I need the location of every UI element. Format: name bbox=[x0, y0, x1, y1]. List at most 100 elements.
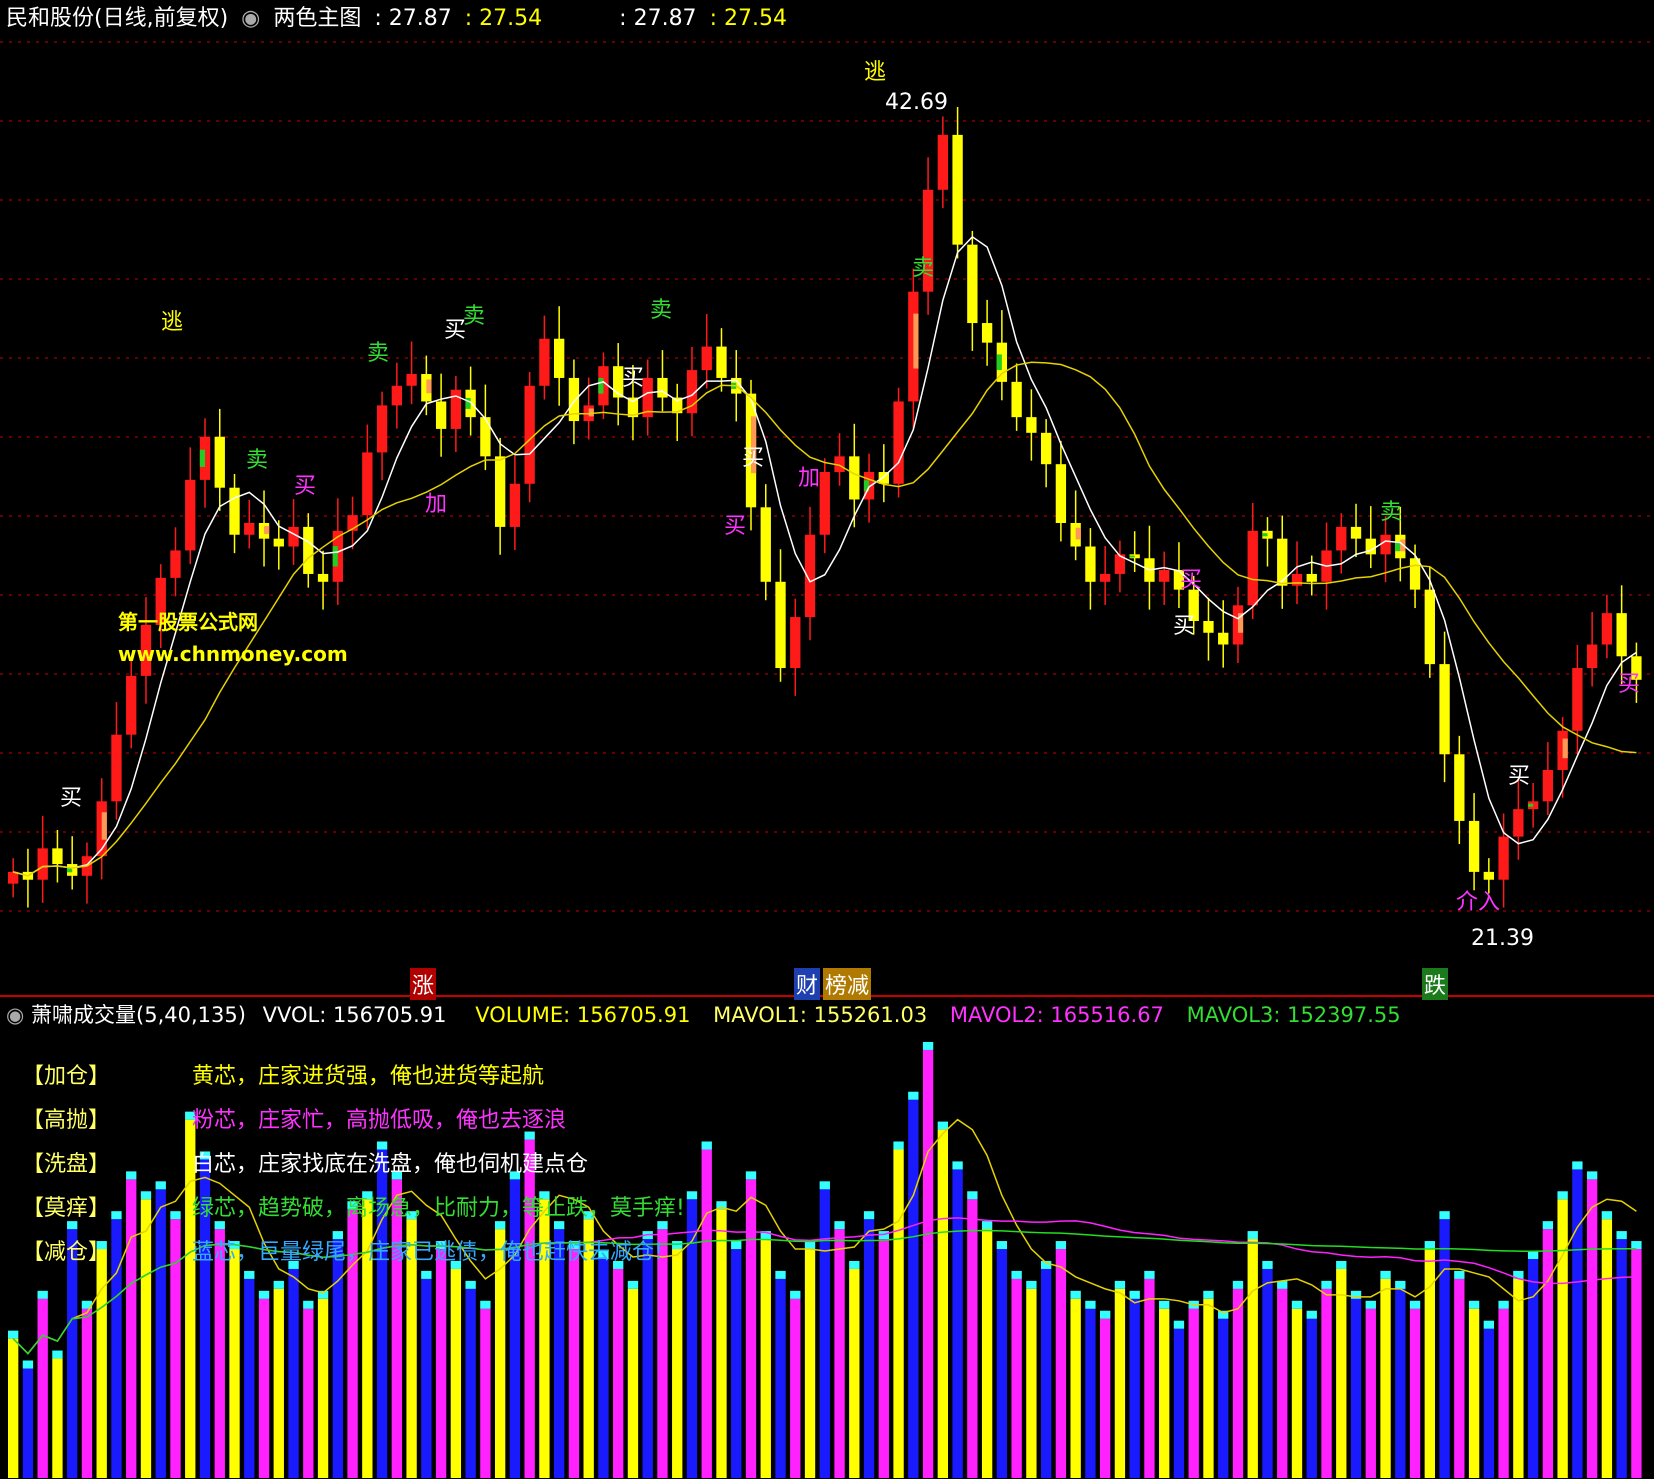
volume-bar bbox=[996, 1249, 1008, 1478]
volume-bar bbox=[731, 1249, 742, 1478]
volume-bar bbox=[937, 1129, 949, 1478]
indicator-name[interactable]: 两色主图 bbox=[273, 6, 361, 31]
event-tag-rank[interactable]: 榜减 bbox=[823, 968, 872, 1000]
volume-bar-cap bbox=[1498, 1300, 1509, 1309]
candle-body bbox=[1454, 754, 1465, 821]
candle-body bbox=[701, 346, 712, 371]
volume-bar bbox=[672, 1249, 683, 1478]
volume-bar bbox=[642, 1239, 653, 1478]
volume-bar-cap bbox=[1203, 1290, 1214, 1299]
candle-core bbox=[199, 449, 206, 467]
volume-bar bbox=[1513, 1278, 1524, 1478]
volume-bar bbox=[1380, 1278, 1391, 1478]
sell-label: 卖 bbox=[463, 304, 486, 329]
volume-bar-cap bbox=[1247, 1231, 1258, 1240]
event-tag-up[interactable]: 涨 bbox=[410, 968, 437, 1000]
volume-bar bbox=[1026, 1288, 1037, 1478]
event-tag-down[interactable]: 跌 bbox=[1422, 968, 1449, 1000]
volume-bar-cap bbox=[1085, 1300, 1096, 1309]
chart-header: 民和股份(日线,前复权) ◉ 两色主图 : 27.87 : 27.54 : 27… bbox=[0, 0, 1654, 38]
volume-bar bbox=[1454, 1278, 1465, 1478]
volume-value: VOLUME: 156705.91 bbox=[475, 1003, 691, 1027]
volume-bar bbox=[1144, 1278, 1155, 1478]
volume-bar bbox=[155, 1189, 166, 1478]
volume-bar-cap bbox=[893, 1141, 904, 1150]
add-label: 加 bbox=[798, 466, 821, 491]
volume-bar bbox=[1572, 1169, 1583, 1478]
dropdown-icon[interactable]: ◉ bbox=[6, 1003, 24, 1027]
volume-bar-cap bbox=[1350, 1290, 1362, 1299]
legend-key: 【加仓】 bbox=[22, 1064, 111, 1089]
volume-bar bbox=[760, 1239, 771, 1478]
volume-bar bbox=[1409, 1308, 1421, 1478]
volume-bar bbox=[1439, 1219, 1450, 1478]
volume-bar-cap bbox=[967, 1191, 978, 1200]
volume-bar bbox=[568, 1249, 580, 1478]
volume-bar-cap bbox=[1542, 1221, 1554, 1230]
volume-bar-cap bbox=[1557, 1191, 1568, 1200]
mavol1-value: MAVOL1: 155261.03 bbox=[713, 1003, 928, 1027]
volume-bar bbox=[834, 1229, 845, 1478]
volume-bar-cap bbox=[819, 1181, 830, 1190]
volume-bar-cap bbox=[1100, 1310, 1111, 1319]
candle-body bbox=[1306, 573, 1317, 582]
candle-core bbox=[913, 313, 919, 369]
volume-bar bbox=[1100, 1318, 1111, 1478]
volume-bar-cap bbox=[834, 1221, 845, 1230]
volume-bar bbox=[745, 1179, 757, 1478]
candle-body bbox=[554, 338, 565, 378]
legend-key: 【莫痒】 bbox=[22, 1196, 111, 1221]
volume-bar bbox=[863, 1219, 875, 1478]
legend-row: 【加仓】 黄芯，庄家进货强，俺也进货等起航 bbox=[22, 1058, 544, 1090]
volume-bar-cap bbox=[1055, 1241, 1067, 1250]
volume-bar bbox=[1321, 1288, 1332, 1478]
high-price-label: 42.69 bbox=[885, 90, 948, 115]
volume-bar bbox=[480, 1308, 491, 1478]
volume-bar bbox=[317, 1298, 329, 1478]
volume-bar bbox=[1631, 1249, 1642, 1478]
vvol-value: VVOL: 156705.91 bbox=[262, 1003, 447, 1027]
volume-bar bbox=[244, 1278, 255, 1478]
candle-core bbox=[1527, 803, 1534, 807]
stock-title[interactable]: 民和股份(日线,前复权) bbox=[6, 6, 228, 31]
volume-bar-cap bbox=[745, 1171, 757, 1180]
volume-bar-cap bbox=[22, 1360, 34, 1369]
buy-label-pink: 买 bbox=[1180, 568, 1203, 593]
volume-header: ◉ 萧啸成交量(5,40,135) VVOL: 156705.91 VOLUME… bbox=[0, 998, 1654, 1032]
buy-label: 买 bbox=[742, 446, 765, 471]
candle-body bbox=[1424, 589, 1435, 665]
candle-body bbox=[1468, 820, 1480, 872]
volume-bar bbox=[613, 1268, 624, 1478]
candle-body bbox=[244, 522, 255, 535]
volume-bar bbox=[775, 1278, 786, 1478]
volume-bar-cap bbox=[1159, 1300, 1170, 1309]
flee-label: 逃 bbox=[864, 60, 887, 85]
volume-bar-cap bbox=[494, 1221, 506, 1230]
candle-body bbox=[1409, 558, 1421, 590]
candle-body bbox=[170, 550, 181, 578]
ma-short-line bbox=[12, 235, 1637, 877]
volume-bar-cap bbox=[1586, 1171, 1598, 1180]
volume-bar-cap bbox=[8, 1330, 19, 1339]
volume-bar bbox=[1159, 1308, 1170, 1478]
volume-bar-cap bbox=[1144, 1270, 1155, 1279]
candle-body bbox=[1040, 432, 1052, 465]
legend-row: 【高抛】 粉芯，庄家忙，高抛低吸，俺也去逐浪 bbox=[22, 1102, 566, 1134]
volume-bar bbox=[52, 1358, 63, 1478]
event-tag-finance[interactable]: 财 bbox=[794, 968, 821, 1000]
volume-bar bbox=[952, 1169, 963, 1478]
dropdown-icon[interactable]: ◉ bbox=[241, 6, 260, 31]
candle-core bbox=[1262, 533, 1268, 537]
volume-bar-cap bbox=[52, 1350, 63, 1359]
buy-label: 买 bbox=[60, 786, 83, 811]
volume-bar bbox=[273, 1288, 284, 1478]
candle-body bbox=[1498, 836, 1509, 880]
candle-body bbox=[657, 377, 668, 398]
candle-body bbox=[406, 374, 417, 386]
volume-bar bbox=[1070, 1298, 1081, 1478]
volume-indicator-name[interactable]: 萧啸成交量(5,40,135) bbox=[31, 1003, 246, 1027]
sell-label: 卖 bbox=[912, 256, 935, 281]
volume-bar-cap bbox=[465, 1280, 476, 1289]
volume-bar bbox=[1188, 1308, 1199, 1478]
volume-bar bbox=[391, 1179, 403, 1478]
